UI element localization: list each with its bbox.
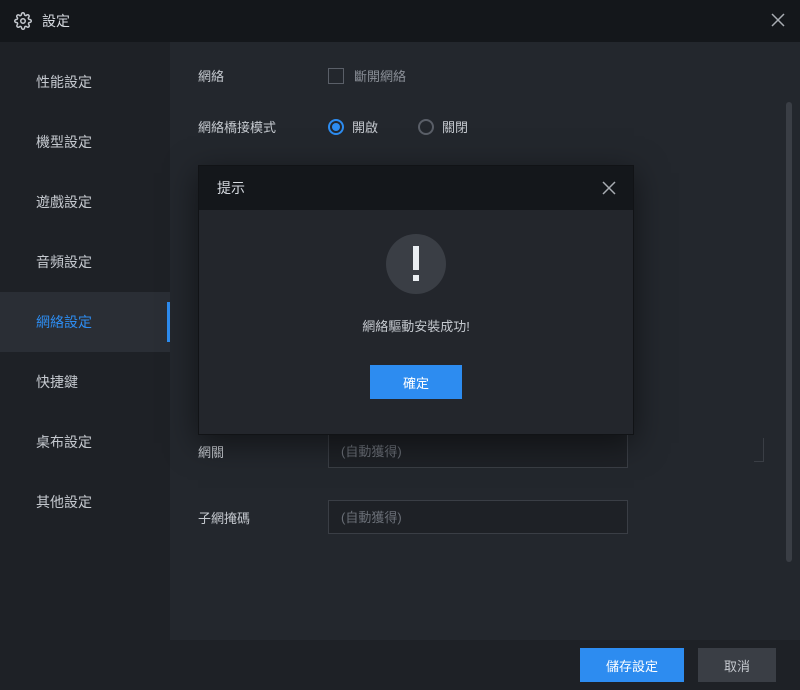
scrollbar[interactable] [786,102,792,562]
sidebar-item-label: 機型設定 [36,132,92,152]
subnet-row: 子網掩碼 [198,500,766,534]
sidebar-item-audio[interactable]: 音頻設定 [0,232,170,292]
modal-title: 提示 [217,178,245,198]
sidebar-item-label: 桌布設定 [36,432,92,452]
sidebar-item-performance[interactable]: 性能設定 [0,52,170,112]
window-close-button[interactable] [768,10,788,30]
radio-icon [328,119,344,135]
titlebar: 設定 [0,0,800,42]
sidebar-item-label: 遊戲設定 [36,192,92,212]
bridge-radio-group: 開啟 關閉 [328,117,468,136]
modal-body: 網絡驅動安裝成功! 確定 [199,210,633,399]
sidebar-item-wallpaper[interactable]: 桌布設定 [0,412,170,472]
sidebar-item-model[interactable]: 機型設定 [0,112,170,172]
prompt-modal: 提示 網絡驅動安裝成功! 確定 [198,165,634,435]
cancel-button[interactable]: 取消 [698,648,776,682]
save-button[interactable]: 儲存設定 [580,648,684,682]
bridge-on-option[interactable]: 開啟 [328,117,378,136]
sidebar-item-label: 性能設定 [36,72,92,92]
exclamation-icon [386,234,446,294]
subnet-label: 子網掩碼 [198,508,328,527]
sidebar-item-network[interactable]: 網絡設定 [0,292,170,352]
modal-confirm-button[interactable]: 確定 [370,365,462,399]
disconnect-label: 斷開網絡 [354,66,406,85]
subnet-input[interactable] [328,500,628,534]
bridge-on-label: 開啟 [352,117,378,136]
sidebar-item-label: 網絡設定 [36,312,92,332]
gateway-label: 網關 [198,442,328,461]
gear-icon [14,12,32,30]
sidebar-item-game[interactable]: 遊戲設定 [0,172,170,232]
radio-icon [418,119,434,135]
disconnect-checkbox[interactable] [328,68,344,84]
footer: 儲存設定 取消 [0,640,800,690]
modal-message: 網絡驅動安裝成功! [362,316,470,335]
sidebar: 性能設定 機型設定 遊戲設定 音頻設定 網絡設定 快捷鍵 桌布設定 其他設定 [0,42,170,640]
network-label: 網絡 [198,66,328,85]
gateway-row: 網關 [198,434,766,468]
partial-field-border [754,438,764,462]
sidebar-item-label: 快捷鍵 [36,372,78,392]
bridge-off-option[interactable]: 關閉 [418,117,468,136]
bridge-label: 網絡橋接模式 [198,117,328,136]
network-row: 網絡 斷開網絡 [198,66,766,85]
sidebar-item-other[interactable]: 其他設定 [0,472,170,532]
modal-header: 提示 [199,166,633,210]
sidebar-item-shortcuts[interactable]: 快捷鍵 [0,352,170,412]
window-title: 設定 [42,11,70,31]
sidebar-item-label: 其他設定 [36,492,92,512]
gateway-input[interactable] [328,434,628,468]
bridge-row: 網絡橋接模式 開啟 關閉 [198,117,766,136]
sidebar-item-label: 音頻設定 [36,252,92,272]
modal-close-button[interactable] [599,178,619,198]
bridge-off-label: 關閉 [442,117,468,136]
